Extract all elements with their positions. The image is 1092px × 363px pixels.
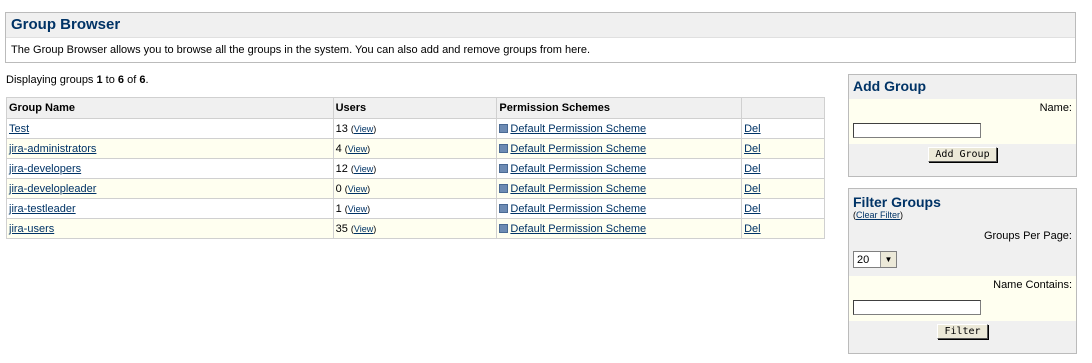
displaying-of-word: of <box>124 74 140 86</box>
scheme-icon <box>499 224 509 234</box>
page-title: Group Browser <box>6 13 1075 38</box>
permission-scheme-link[interactable]: Default Permission Scheme <box>510 223 646 235</box>
group-name-link[interactable]: Test <box>9 123 29 135</box>
group-name-link[interactable]: jira-testleader <box>9 203 76 215</box>
groups-per-page-select[interactable]: 20 ▼ <box>853 251 897 268</box>
permission-scheme-link[interactable]: Default Permission Scheme <box>510 183 646 195</box>
scheme-icon <box>499 164 509 174</box>
permission-scheme-link[interactable]: Default Permission Scheme <box>510 163 646 175</box>
delete-group-link[interactable]: Del <box>744 163 761 175</box>
add-group-title: Add Group <box>853 78 927 94</box>
user-count: 4 <box>335 142 342 155</box>
user-count: 13 <box>335 122 348 135</box>
table-row: jira-developers 12 (View) Default Permis… <box>6 158 825 179</box>
add-group-button[interactable]: Add Group <box>928 147 997 162</box>
add-group-panel: Add Group Name: Add Group <box>848 74 1077 177</box>
delete-group-link[interactable]: Del <box>744 183 761 195</box>
table-row: jira-developleader 0 (View) Default Perm… <box>6 178 825 199</box>
permission-scheme-link[interactable]: Default Permission Scheme <box>510 143 646 155</box>
table-row: jira-administrators 4 (View) Default Per… <box>6 138 825 159</box>
view-users-link[interactable]: View <box>354 224 373 234</box>
column-header-permission-schemes: Permission Schemes <box>496 97 743 119</box>
group-browser-header: Group Browser The Group Browser allows y… <box>5 12 1076 63</box>
scheme-icon <box>499 204 509 214</box>
delete-group-link[interactable]: Del <box>744 123 761 135</box>
table-row: Test 13 (View) Default Permission Scheme… <box>6 118 825 139</box>
permission-scheme-link[interactable]: Default Permission Scheme <box>510 123 646 135</box>
view-users-link[interactable]: View <box>348 204 367 214</box>
displaying-to-word: to <box>102 74 118 86</box>
displaying-count: Displaying groups 1 to 6 of 6. <box>6 74 149 86</box>
filter-button[interactable]: Filter <box>937 324 988 339</box>
user-count: 12 <box>335 162 348 175</box>
user-count: 1 <box>335 202 342 215</box>
view-users-link[interactable]: View <box>348 184 367 194</box>
groups-per-page-value: 20 <box>857 253 870 266</box>
table-header-row: Group Name Users Permission Schemes <box>6 97 825 119</box>
name-contains-label: Name Contains: <box>993 279 1072 291</box>
column-header-actions <box>741 97 825 119</box>
add-group-name-label: Name: <box>1039 102 1072 114</box>
scheme-icon <box>499 144 509 154</box>
group-name-link[interactable]: jira-developleader <box>9 183 96 195</box>
view-users-link[interactable]: View <box>348 144 367 154</box>
name-contains-input[interactable] <box>853 300 981 315</box>
add-group-name-input[interactable] <box>853 123 981 138</box>
delete-group-link[interactable]: Del <box>744 223 761 235</box>
user-count: 0 <box>335 182 342 195</box>
chevron-down-icon: ▼ <box>880 252 896 267</box>
column-header-group-name: Group Name <box>6 97 334 119</box>
groups-per-page-label: Groups Per Page: <box>983 230 1072 242</box>
delete-group-link[interactable]: Del <box>744 143 761 155</box>
group-name-link[interactable]: jira-developers <box>9 163 81 175</box>
filter-groups-panel: Filter Groups (Clear Filter) Groups Per … <box>848 188 1077 354</box>
group-name-link[interactable]: jira-administrators <box>9 143 96 155</box>
view-users-link[interactable]: View <box>354 164 373 174</box>
permission-scheme-link[interactable]: Default Permission Scheme <box>510 203 646 215</box>
displaying-suffix: . <box>145 74 149 86</box>
displaying-prefix: Displaying groups <box>6 74 97 86</box>
user-count: 35 <box>335 222 348 235</box>
view-users-link[interactable]: View <box>354 124 373 134</box>
delete-group-link[interactable]: Del <box>744 203 761 215</box>
table-row: jira-testleader 1 (View) Default Permiss… <box>6 198 825 219</box>
table-row: jira-users 35 (View) Default Permission … <box>6 218 825 239</box>
clear-filter-link[interactable]: Clear Filter <box>856 210 900 220</box>
filter-groups-title: Filter Groups <box>853 194 941 210</box>
group-name-link[interactable]: jira-users <box>9 223 54 235</box>
groups-table: Group Name Users Permission Schemes Test… <box>6 97 825 239</box>
scheme-icon <box>499 124 509 134</box>
column-header-users: Users <box>332 97 498 119</box>
page-description: The Group Browser allows you to browse a… <box>11 44 591 56</box>
scheme-icon <box>499 184 509 194</box>
